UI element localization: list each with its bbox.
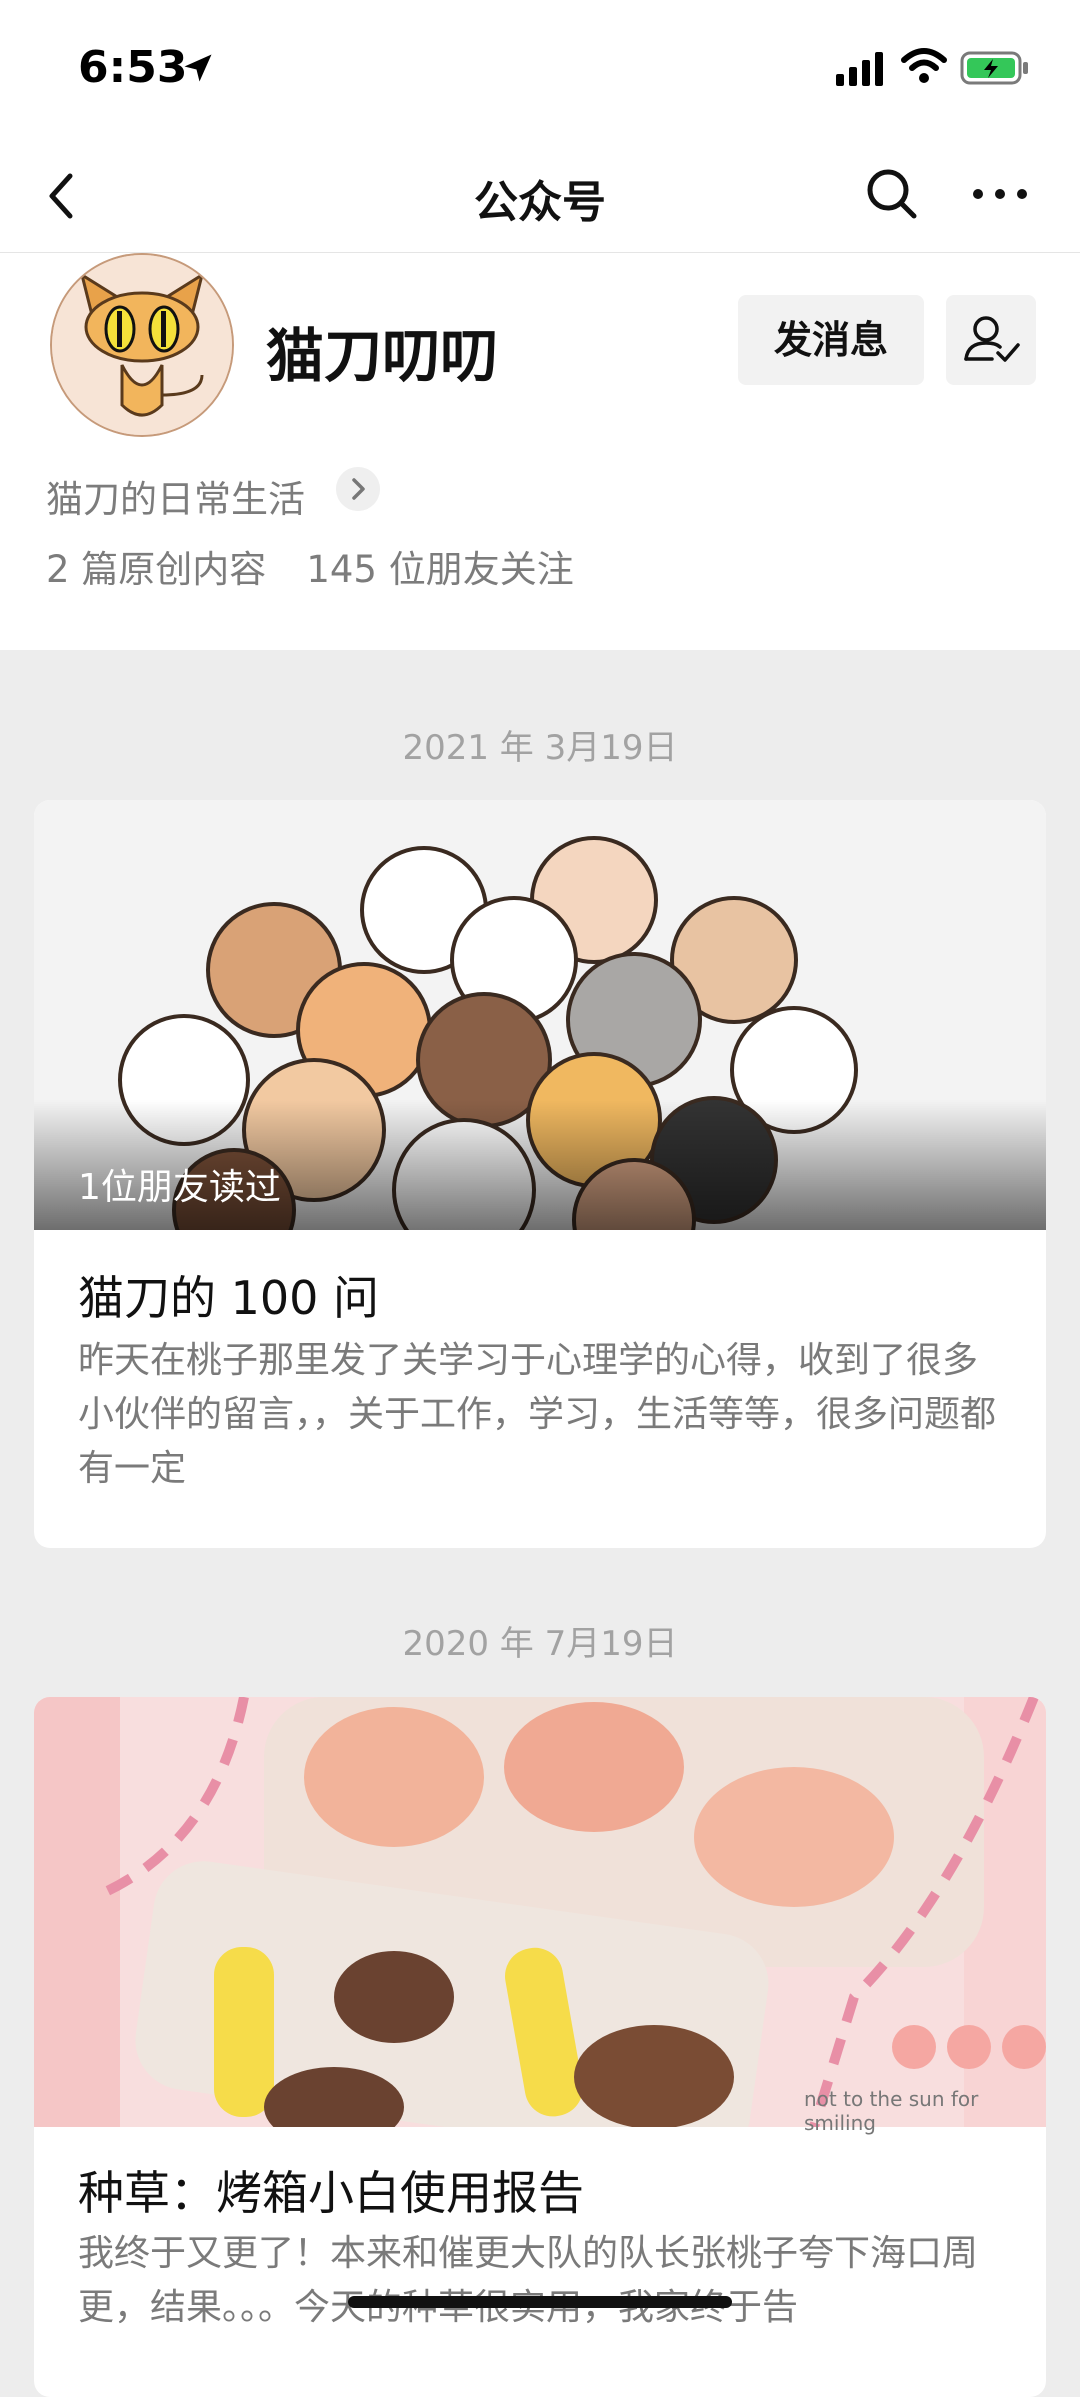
article-cover-image — [34, 1697, 1046, 2127]
nav-bar: 公众号 — [0, 140, 1080, 253]
status-bar: 6:53 — [0, 0, 1080, 140]
account-name: 猫刀叨叨 — [266, 322, 499, 390]
followed-button[interactable] — [946, 295, 1036, 385]
more-icon[interactable] — [970, 174, 1030, 214]
location-arrow-icon — [184, 54, 212, 82]
user-check-icon — [964, 316, 1020, 362]
home-indicator — [348, 2296, 732, 2308]
article-title: 猫刀的 100 问 — [78, 1271, 380, 1325]
friends-read-badge: 1位朋友读过 — [78, 1167, 281, 1208]
wifi-icon — [901, 48, 947, 83]
article-card[interactable]: 1位朋友读过 猫刀的 100 问 昨天在桃子那里发了关学习于心理学的心得，收到了… — [34, 800, 1046, 1548]
account-stats: 2 篇原创内容 145 位朋友关注 — [46, 539, 614, 593]
original-count: 2 篇原创内容 — [46, 548, 267, 591]
status-time: 6:53 — [78, 42, 188, 93]
feed-date: 2020 年 7月19日 — [402, 1624, 678, 1664]
cat-avatar-icon — [52, 255, 232, 435]
account-header: 猫刀叨叨 发消息 猫刀的日常生活 2 篇原创内容 145 位朋友关注 — [0, 253, 1080, 650]
feed-date: 2021 年 3月19日 — [402, 728, 678, 768]
follower-count: 145 位朋友关注 — [306, 548, 574, 591]
cellular-signal-icon — [836, 52, 883, 86]
article-summary: 昨天在桃子那里发了关学习于心理学的心得，收到了很多小伙伴的留言，，关于工作，学习… — [78, 1340, 997, 1489]
account-bio[interactable]: 猫刀的日常生活 — [46, 469, 305, 523]
chevron-right-icon[interactable] — [336, 467, 380, 511]
article-summary: 我终于又更了！本来和催更大队的队长张桃子夸下海口周更，结果。。。今天的种草很实用… — [78, 2233, 979, 2328]
battery-charging-icon — [960, 51, 1028, 85]
account-avatar[interactable] — [50, 253, 234, 437]
send-message-button[interactable]: 发消息 — [738, 295, 924, 385]
search-icon[interactable] — [862, 164, 922, 224]
cover-caption: not to the sun for smiling — [804, 2087, 979, 2135]
article-card[interactable]: not to the sun for smiling 种草：烤箱小白使用报告 我… — [34, 1697, 1046, 2397]
article-title: 种草：烤箱小白使用报告 — [78, 2166, 584, 2220]
